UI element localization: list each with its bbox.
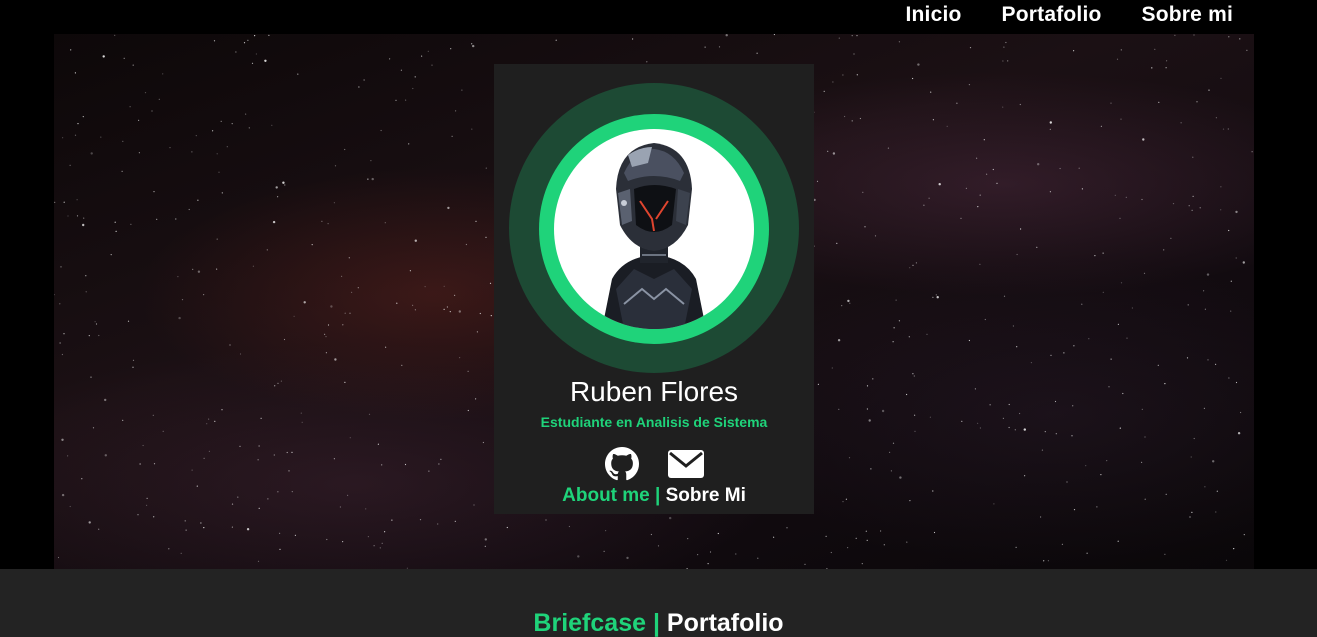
robot-helmet-avatar-icon <box>602 143 706 329</box>
section-title-separator: | <box>646 609 667 637</box>
nav-links: Inicio Portafolio Sobre mi <box>905 0 1233 30</box>
nav-link-inicio[interactable]: Inicio <box>905 3 961 27</box>
social-links <box>494 446 814 482</box>
mail-icon[interactable] <box>668 446 704 482</box>
top-navigation: Inicio Portafolio Sobre mi <box>0 0 1317 34</box>
profile-role: Estudiante en Analisis de Sistema <box>540 414 768 430</box>
profile-name: Ruben Flores <box>569 376 739 407</box>
avatar <box>554 129 754 329</box>
about-separator: | <box>649 485 666 506</box>
about-me-es: Sobre Mi <box>665 485 746 506</box>
portfolio-section: Briefcase | Portafolio <box>0 569 1317 637</box>
nav-link-sobre-mi[interactable]: Sobre mi <box>1142 3 1233 27</box>
section-title-en: Briefcase <box>533 609 646 637</box>
section-title: Briefcase | Portafolio <box>0 609 1317 637</box>
github-icon[interactable] <box>604 446 640 482</box>
nav-link-portafolio[interactable]: Portafolio <box>1002 3 1102 27</box>
about-me-en: About me <box>562 485 650 506</box>
about-me-link[interactable]: About me | Sobre Mi <box>494 485 814 507</box>
section-title-es: Portafolio <box>666 609 784 637</box>
profile-card: Ruben Flores Estudiante en Analisis de S… <box>494 64 814 514</box>
